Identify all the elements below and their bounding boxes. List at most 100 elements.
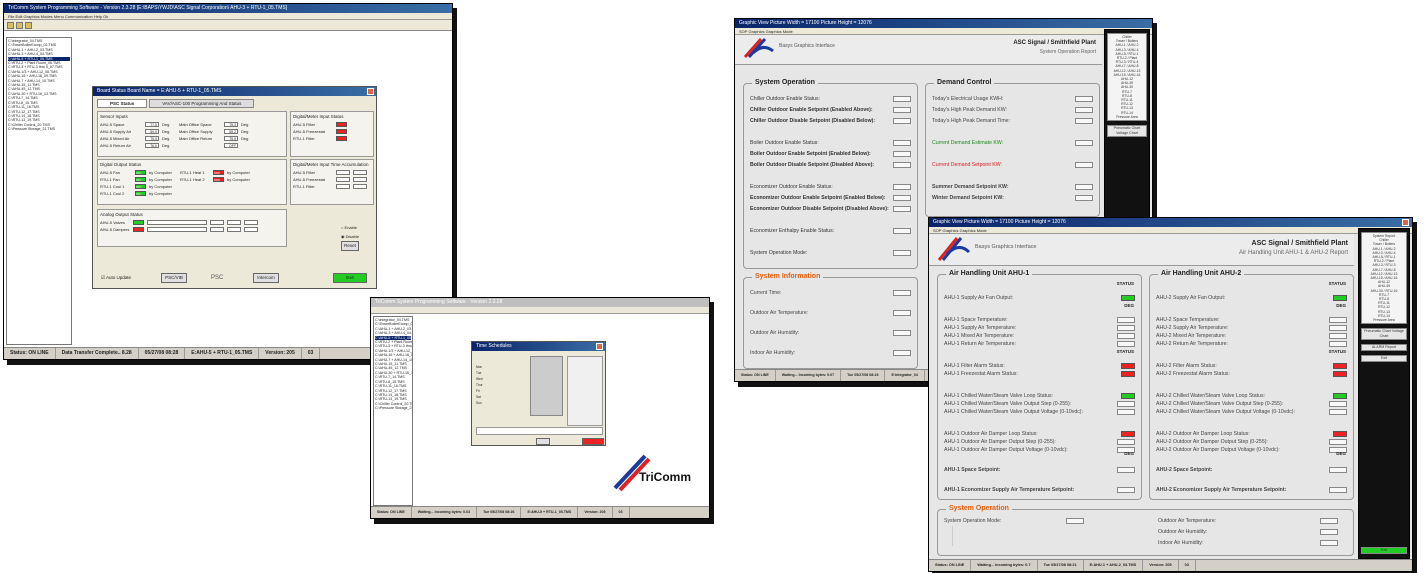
seconds-field[interactable] — [353, 177, 367, 182]
report-row: Indoor Air Humidity: — [1158, 538, 1338, 547]
report-list[interactable]: System Report Chiller Tower / Boilers AHU-1… — [1361, 232, 1407, 325]
status-indicator — [133, 227, 144, 232]
sensor-value: 69.9 — [145, 129, 159, 134]
row-label: AHU-1 Freezestat Alarm Status: — [944, 370, 1018, 377]
close-icon[interactable] — [367, 88, 374, 95]
value-box — [1117, 332, 1135, 339]
seconds-field[interactable] — [353, 170, 367, 175]
sensor-label: AHU-5 Supply Air — [100, 129, 132, 134]
output-slider[interactable] — [147, 220, 207, 225]
sidebar-item[interactable]: Pressure Area — [1109, 115, 1145, 119]
on-indicator[interactable]: ON — [135, 191, 146, 196]
alarm-report-button[interactable]: ALARM Report — [1361, 344, 1407, 352]
value-box — [1117, 340, 1135, 347]
analog-label: AHU-5 Dampers — [100, 227, 130, 232]
ok-button[interactable] — [536, 438, 550, 445]
disable-radio[interactable]: ◉ Disable — [341, 232, 359, 241]
report-row: AHU-1 Space Setpoint: — [944, 465, 1135, 474]
tab-vav-programming[interactable]: VAV/ASC-100 Programming And Status — [149, 99, 255, 108]
print-icon[interactable] — [25, 22, 32, 29]
value-box — [1329, 324, 1347, 331]
row-label: AHU-1 Space Temperature: — [944, 316, 1008, 323]
intercom-button[interactable]: Intercom — [253, 273, 279, 283]
sidebar-item[interactable]: Pressure Area — [1363, 318, 1405, 322]
auto-update-checkbox[interactable]: ☑ Auto Update — [101, 275, 131, 281]
tree-item[interactable]: C:\Pressure Storage_21.TMS — [8, 127, 70, 131]
pneumatic-chart-button[interactable]: Pneumatic Chart Voltage Chart — [1107, 125, 1147, 138]
hours-field[interactable] — [336, 184, 350, 189]
system-information-section: System Information Current Time: Outdoor … — [743, 273, 918, 369]
enable-radio[interactable]: ○ Enable — [341, 223, 359, 232]
exit-button[interactable]: Exit — [333, 273, 367, 283]
value-box — [1333, 370, 1347, 377]
value-box — [1329, 400, 1347, 407]
close-icon[interactable] — [596, 343, 603, 350]
menu-bar[interactable]: File Edit Graphics Modes Menu Communicat… — [4, 13, 452, 20]
exit-button[interactable]: Exit — [1361, 355, 1407, 363]
value-box — [1329, 316, 1347, 323]
psc-label: PSC — [211, 275, 224, 281]
action-field[interactable] — [244, 227, 258, 232]
plant-title: ASC Signal / Smithfield Plant — [1013, 40, 1096, 46]
psc-vib-button[interactable]: PSC/VIB — [161, 273, 187, 283]
status-field: Waiting... Incoming bytes: 0.63 — [412, 507, 478, 518]
output-slider[interactable] — [147, 227, 207, 232]
status-field: 03 — [613, 507, 630, 518]
row-label: Economizer Outdoor Disable Setpoint (Dis… — [750, 205, 889, 212]
close-icon[interactable] — [1402, 219, 1409, 226]
status-field: 03 — [1179, 560, 1196, 571]
sensor-value: 75.3 — [224, 122, 238, 127]
mode-label: by Computer — [149, 170, 172, 175]
system-mode-row: System Operation Mode: — [944, 516, 1084, 525]
analog-row: AHU-5 Dampers — [100, 226, 284, 233]
value-box — [1329, 438, 1347, 445]
menu-bar[interactable]: SOP Graphics Graphics Mode — [735, 28, 1152, 35]
reset-button[interactable]: Reset — [341, 241, 359, 251]
input-label: RTU-1 Filter — [293, 136, 315, 141]
sensor-value: 55.2 — [224, 129, 238, 134]
action-field[interactable] — [244, 220, 258, 225]
hours-field[interactable] — [336, 177, 350, 182]
tree-item[interactable]: C:\RTU-11_16.TMS — [375, 384, 411, 388]
row-label: AHU-1 Chilled Water/Steam Valve Output S… — [944, 400, 1072, 407]
value-box — [1117, 400, 1135, 407]
tab-psc-status[interactable]: PSC Status — [97, 99, 148, 108]
value-field — [210, 220, 224, 225]
open-icon[interactable] — [7, 22, 14, 29]
row-label: Today's High Peak Demand KW: — [932, 106, 1007, 113]
on-indicator[interactable]: ON — [135, 177, 146, 182]
row-label: AHU-2 Chilled Water/Steam Valve Output S… — [1156, 400, 1284, 407]
seconds-field[interactable] — [353, 184, 367, 189]
off-indicator[interactable]: OFF — [213, 177, 224, 182]
group-title: Sensor Inputs — [100, 114, 128, 119]
menu-bar[interactable]: SOP Graphics Graphics Mode — [929, 227, 1412, 234]
exit-go-button[interactable]: Exit — [1361, 547, 1407, 554]
on-indicator[interactable]: ON — [135, 184, 146, 189]
tree-item[interactable]: C:\Pressure Storage_21.TMS — [375, 406, 412, 410]
value-box — [1121, 392, 1135, 399]
tree-item[interactable]: C:\AHU-16 + AHU-16_09.TMS — [375, 353, 412, 357]
schedule-list[interactable] — [530, 356, 563, 416]
hours-field[interactable] — [336, 170, 350, 175]
file-tree[interactable]: C:\integrator_04.TMS C:\TowerBoilerEcoop_… — [373, 316, 413, 506]
alarm-indicator — [336, 136, 347, 141]
value-box — [1333, 294, 1347, 301]
row-label: AHU-1 Outdoor Air Damper Loop Status: — [944, 430, 1038, 437]
on-indicator[interactable]: ON — [135, 170, 146, 175]
report-row: AHU-1 Supply Air Fan Output: — [944, 293, 1135, 302]
report-header: Basys Graphics Interface ASC Signal / Sm… — [929, 234, 1354, 266]
save-icon[interactable] — [16, 22, 23, 29]
row-label: Outdoor Air Temperature: — [750, 309, 809, 316]
file-tree[interactable]: C:\integrator_04.TMS C:\TowerBoilerEcoop_… — [6, 37, 72, 345]
tree-item[interactable]: C:\AHU-3 + AHU-4_04.TMS — [375, 331, 412, 335]
off-indicator[interactable]: OFF — [213, 170, 224, 175]
report-row: Today's High Peak Demand KW: — [932, 105, 1093, 114]
report-list[interactable]: Chiller Tower / Boilers AHU-1 / AHU-2 AHU-3… — [1107, 33, 1147, 122]
column-header: STATUS — [1328, 281, 1346, 286]
row-label: AHU-1 Economizer Supply Air Temperature … — [944, 486, 1075, 493]
exit-button[interactable] — [582, 438, 604, 445]
menu-bar[interactable] — [371, 307, 709, 314]
accumulation-row: AHU-5 Freezestat — [293, 176, 371, 183]
schedule-times — [567, 356, 603, 426]
pneumatic-chart-button[interactable]: Pneumatic Chart Voltage Chart — [1361, 328, 1407, 341]
